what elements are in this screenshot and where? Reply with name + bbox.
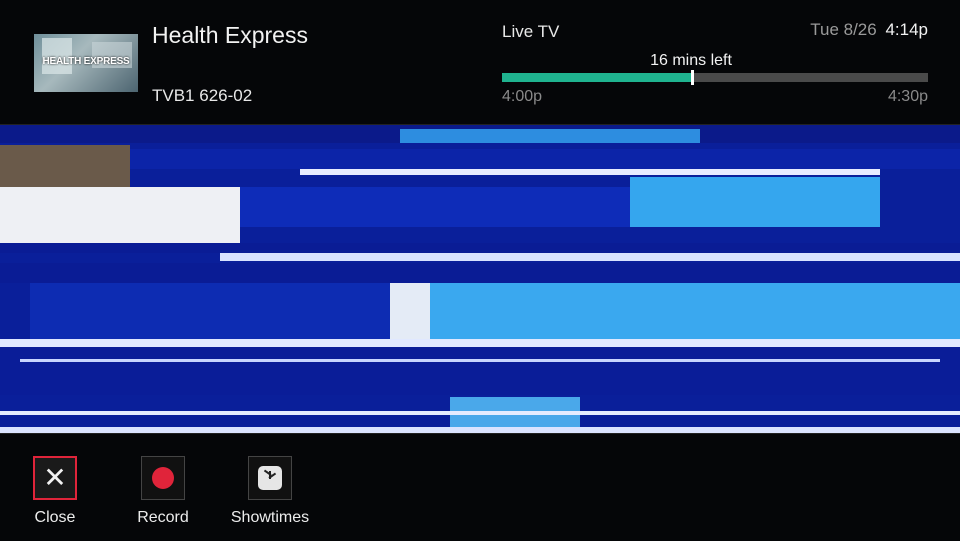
video-frame xyxy=(0,125,960,433)
video-artifact xyxy=(0,263,960,283)
close-label: Close xyxy=(34,509,76,526)
program-info-bar: HEALTH EXPRESS Health Express TVB1 626-0… xyxy=(0,0,960,125)
progress-marker xyxy=(691,70,694,85)
clock-icon xyxy=(258,466,282,490)
video-artifact xyxy=(390,283,430,339)
program-thumbnail: HEALTH EXPRESS xyxy=(34,34,138,92)
time-remaining: 16 mins left xyxy=(650,52,732,69)
channel-name: TVB1 626-02 xyxy=(152,86,253,105)
live-tv-label: Live TV xyxy=(502,22,560,41)
video-artifact xyxy=(30,283,390,339)
program-end-time: 4:30p xyxy=(887,88,928,105)
video-artifact xyxy=(20,359,940,362)
video-artifact xyxy=(0,243,960,253)
current-date: Tue 8/26 xyxy=(810,20,877,39)
program-start-time: 4:00p xyxy=(502,88,543,105)
video-artifact xyxy=(0,411,960,415)
progress-fill xyxy=(502,73,692,82)
video-artifact xyxy=(220,253,960,261)
record-icon xyxy=(152,467,174,489)
close-icon: ✕ xyxy=(43,462,67,493)
program-title: Health Express xyxy=(152,22,308,48)
program-progress-bar xyxy=(502,70,928,85)
video-artifact xyxy=(0,145,130,187)
showtimes-label: Showtimes xyxy=(230,509,310,526)
video-artifact xyxy=(240,187,630,227)
record-label: Record xyxy=(137,509,189,526)
record-button[interactable]: Record xyxy=(118,456,208,527)
video-artifact xyxy=(0,187,240,243)
video-artifact xyxy=(300,169,880,175)
showtimes-button[interactable]: Showtimes xyxy=(225,456,315,527)
close-button-frame[interactable]: ✕ xyxy=(33,456,77,500)
video-artifact xyxy=(630,177,880,227)
close-button[interactable]: ✕ Close xyxy=(10,456,100,527)
current-time: 4:14p xyxy=(885,20,928,39)
video-artifact xyxy=(130,149,960,169)
action-bar: ✕ Close Record Showtimes xyxy=(0,433,960,541)
video-artifact xyxy=(0,339,960,347)
video-artifact xyxy=(430,283,960,339)
video-artifact xyxy=(0,347,960,395)
showtimes-button-frame[interactable] xyxy=(248,456,292,500)
video-artifact xyxy=(400,129,700,143)
record-button-frame[interactable] xyxy=(141,456,185,500)
date-time: Tue 8/26 4:14p xyxy=(810,20,928,40)
thumbnail-title: HEALTH EXPRESS xyxy=(42,56,130,67)
